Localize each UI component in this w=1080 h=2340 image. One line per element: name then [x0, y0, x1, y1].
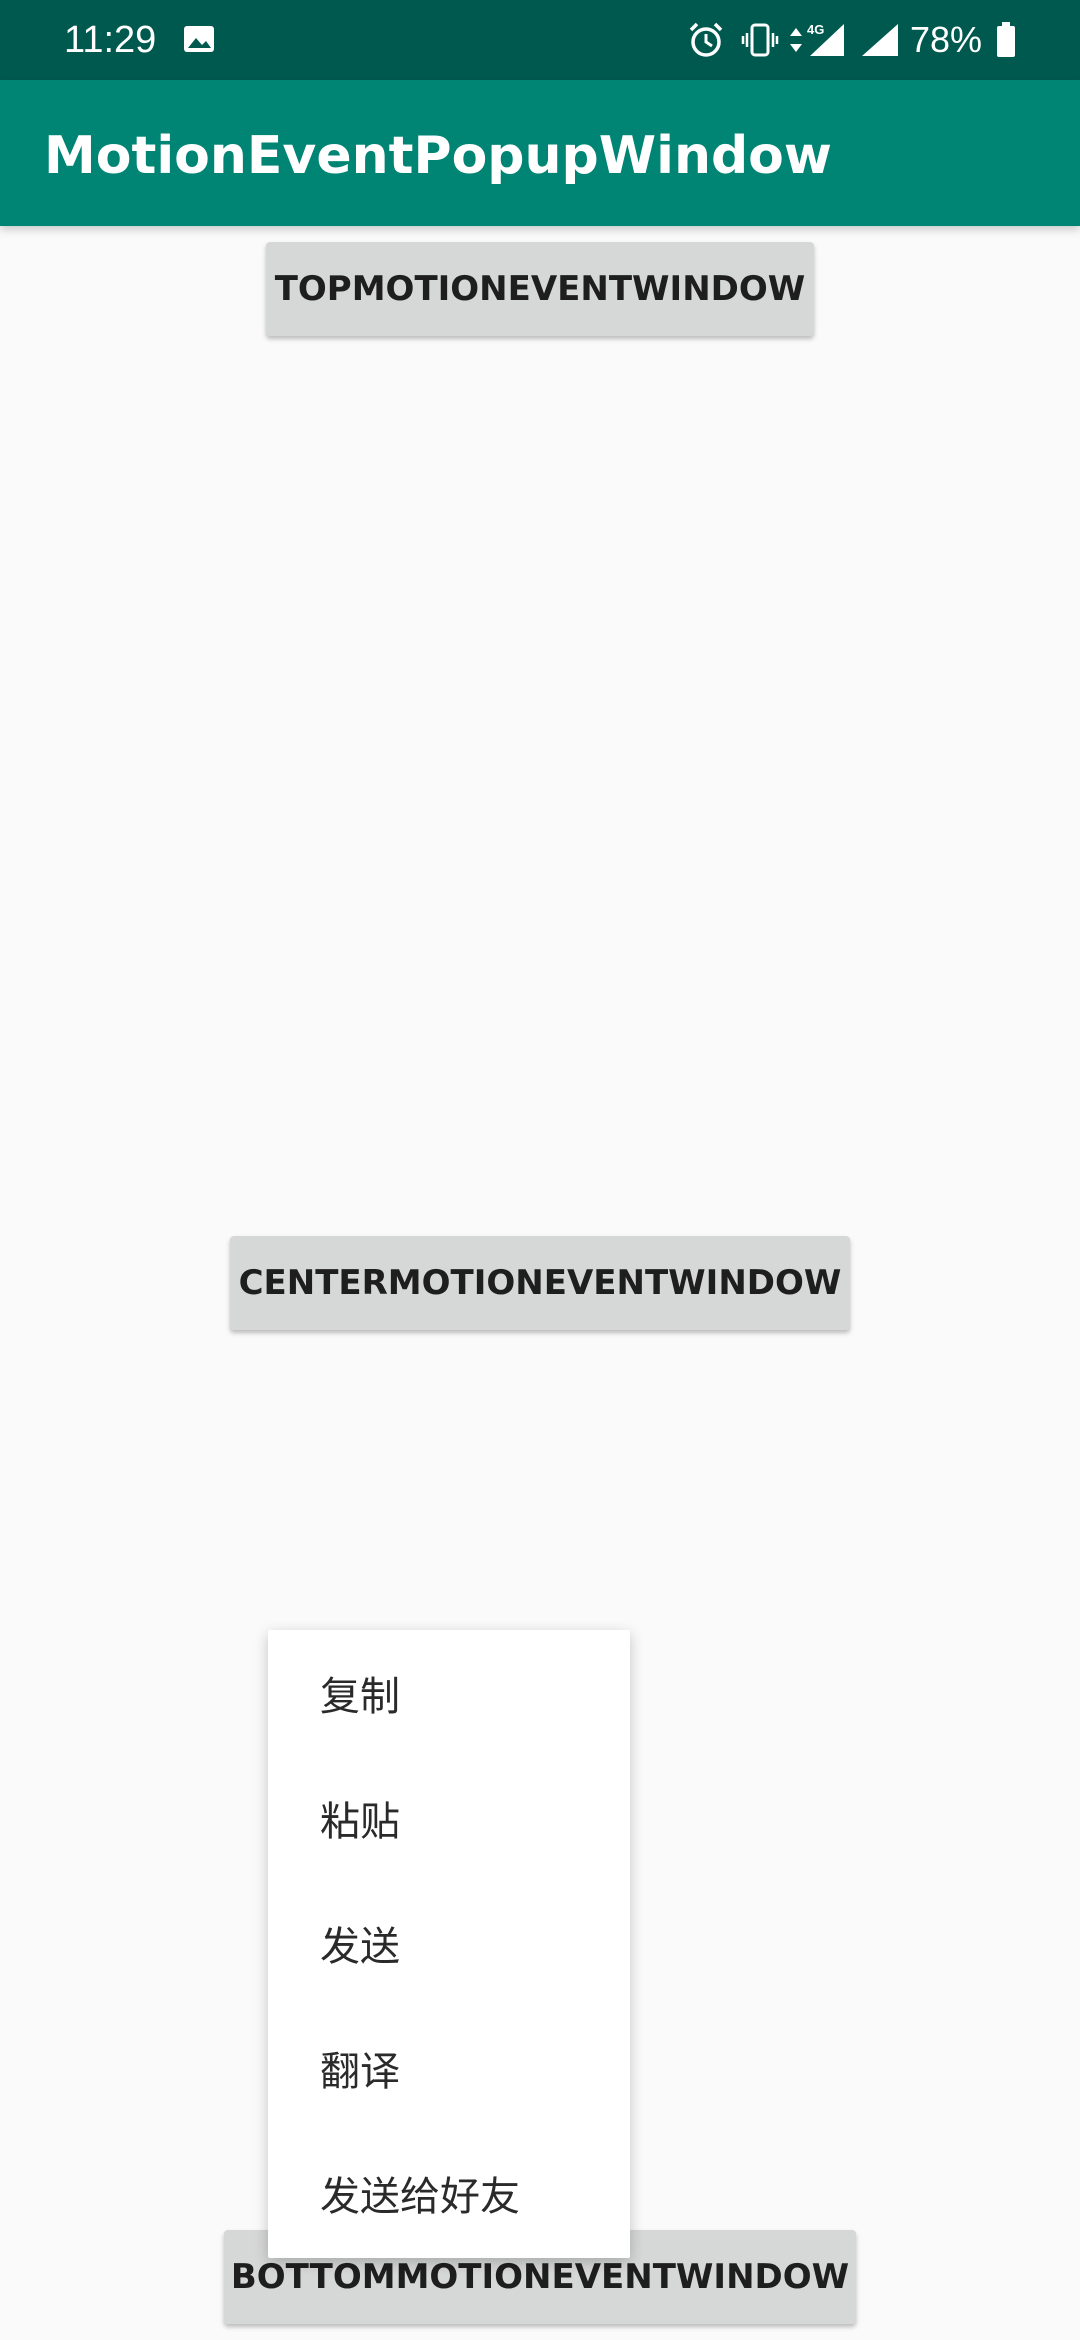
menu-item-label: 发送给好友: [320, 2173, 520, 2220]
menu-item-label: 粘贴: [320, 1798, 400, 1845]
menu-item-paste[interactable]: 粘贴: [268, 1755, 630, 1880]
data-arrows-icon: [790, 28, 802, 52]
app-title: MotionEventPopupWindow: [44, 126, 832, 186]
svg-text:4G: 4G: [807, 22, 824, 37]
status-bar: 11:29 4G 78%: [0, 0, 1080, 80]
menu-item-label: 发送: [320, 1923, 400, 1970]
battery-percent: 78%: [910, 19, 983, 60]
app-bar: MotionEventPopupWindow: [0, 80, 1080, 226]
top-motion-event-window-button[interactable]: TOPMOTIONEVENTWINDOW: [266, 242, 814, 336]
menu-item-copy[interactable]: 复制: [268, 1630, 630, 1755]
menu-item-send-to-friend[interactable]: 发送给好友: [268, 2130, 630, 2255]
image-icon: [184, 26, 214, 52]
signal-icon: [862, 24, 898, 56]
vibrate-icon: [741, 23, 779, 57]
menu-item-send[interactable]: 发送: [268, 1880, 630, 2005]
menu-item-label: 复制: [320, 1673, 400, 1720]
menu-item-label: 翻译: [320, 2048, 400, 2095]
signal-4g-icon: 4G: [807, 22, 844, 56]
screen: 11:29 4G 78% MotionEventPopupWindow TOPM…: [0, 0, 1080, 2340]
status-time: 11:29: [64, 19, 157, 61]
center-motion-event-window-button[interactable]: CENTERMOTIONEVENTWINDOW: [230, 1236, 850, 1330]
popup-menu: 复制 粘贴 发送 翻译 发送给好友: [268, 1630, 630, 2258]
battery-icon: [997, 22, 1015, 57]
alarm-icon: [689, 22, 723, 57]
menu-item-translate[interactable]: 翻译: [268, 2005, 630, 2130]
